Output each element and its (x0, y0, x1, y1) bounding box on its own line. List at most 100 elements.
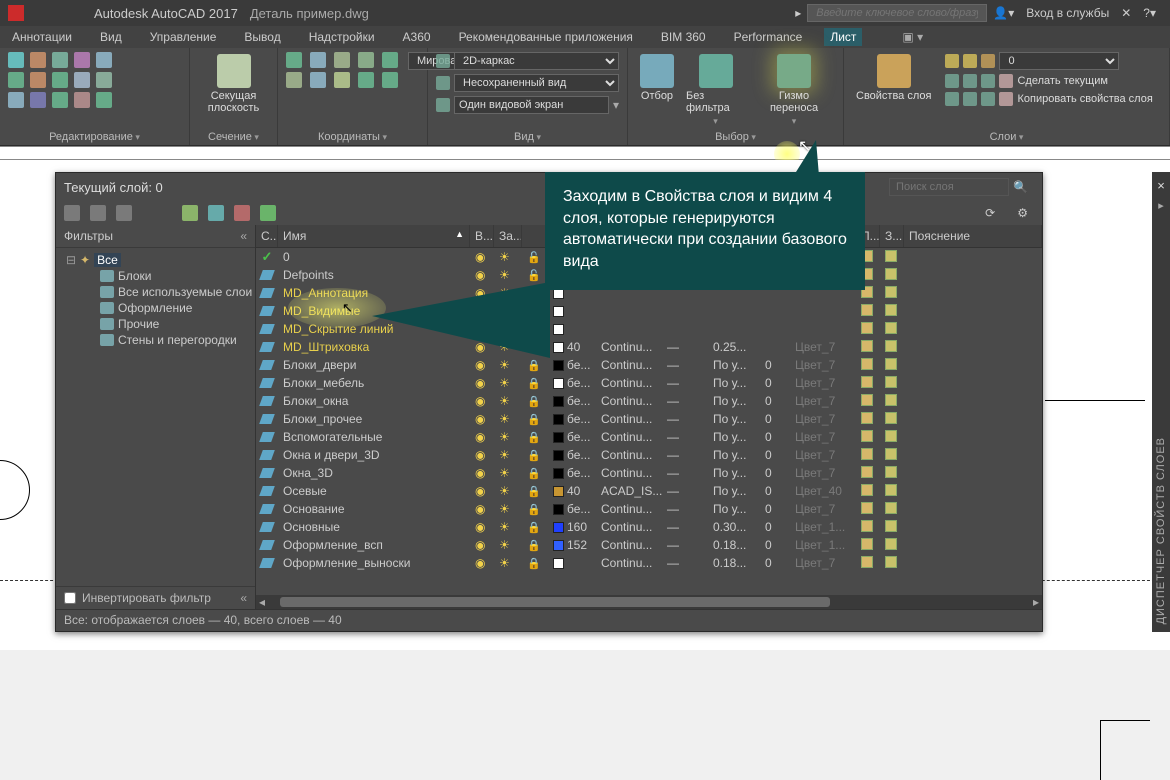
sun-icon[interactable]: ☀ (499, 430, 510, 444)
visual-style-combo[interactable]: 2D-каркас (454, 52, 619, 70)
lock-icon[interactable]: 🔒 (527, 414, 541, 426)
sun-icon[interactable]: ☀ (499, 250, 510, 264)
layer-name[interactable]: Оформление_выноски (278, 556, 470, 570)
filter-item[interactable]: Все используемые слои (118, 285, 252, 299)
layer-lineweight[interactable]: — (662, 340, 708, 354)
layer-tval[interactable]: 0 (760, 520, 790, 534)
bulb-icon[interactable]: ◉ (475, 358, 485, 372)
lock-icon[interactable]: 🔒 (527, 540, 541, 552)
tab-performance[interactable]: Performance (728, 28, 809, 46)
bulb-icon[interactable]: ◉ (475, 538, 485, 552)
bulb-icon[interactable]: ◉ (475, 466, 485, 480)
layer-name[interactable]: Блоки_двери (278, 358, 470, 372)
layer-linetype[interactable]: Continu... (596, 466, 662, 480)
layer-name[interactable]: 0 (278, 250, 470, 264)
layer-tval[interactable]: 0 (760, 538, 790, 552)
edit-icon[interactable] (52, 92, 68, 108)
layer-tval[interactable]: 0 (760, 502, 790, 516)
edit-icon[interactable] (74, 92, 90, 108)
plot-icon[interactable] (861, 430, 873, 442)
filter-item[interactable]: Стены и перегородки (118, 333, 237, 347)
bulb-icon[interactable]: ◉ (475, 502, 485, 516)
newvp-icon[interactable] (885, 304, 897, 316)
horizontal-scrollbar[interactable]: ◂▸ (256, 595, 1042, 609)
invert-filter-checkbox[interactable] (64, 592, 76, 604)
plot-icon[interactable] (861, 484, 873, 496)
bulb-icon[interactable]: ◉ (475, 520, 485, 534)
edit-icon[interactable] (8, 72, 24, 88)
panel-caption-edit[interactable]: Редактирование (8, 129, 181, 143)
layer-plotstyle[interactable]: Цвет_7 (790, 394, 856, 408)
col-freeze[interactable]: За... (494, 225, 522, 247)
layer-lineweight[interactable]: — (662, 520, 708, 534)
layer-name[interactable]: Defpoints (278, 268, 470, 282)
saved-view-combo[interactable]: Несохраненный вид (454, 74, 619, 92)
tab-annotations[interactable]: Аннотации (6, 28, 78, 46)
lock-icon[interactable]: 🔒 (527, 468, 541, 480)
edit-icon[interactable] (8, 92, 24, 108)
plot-icon[interactable] (861, 502, 873, 514)
layer-color[interactable]: бе... (548, 412, 596, 426)
layer-tool-icon[interactable] (945, 92, 959, 106)
edit-icon[interactable] (74, 72, 90, 88)
plot-icon[interactable] (861, 394, 873, 406)
layer-tval[interactable]: 0 (760, 412, 790, 426)
lock-icon[interactable]: 🔒 (527, 486, 541, 498)
layer-trans[interactable]: 0.18... (708, 556, 760, 570)
bulb-icon[interactable]: ◉ (475, 448, 485, 462)
layer-trans[interactable]: По у... (708, 358, 760, 372)
layer-lineweight[interactable]: — (662, 430, 708, 444)
collapse-filters-icon[interactable]: « (240, 229, 247, 243)
plot-icon[interactable] (861, 304, 873, 316)
layer-color[interactable]: 40 (548, 340, 596, 354)
layer-name[interactable]: Блоки_мебель (278, 376, 470, 390)
close-icon[interactable]: × (1157, 178, 1165, 193)
layer-lineweight[interactable]: — (662, 448, 708, 462)
layer-tval[interactable]: 0 (760, 376, 790, 390)
lock-icon[interactable]: 🔒 (527, 558, 541, 570)
lock-icon[interactable] (981, 54, 995, 68)
layer-plotstyle[interactable]: Цвет_7 (790, 358, 856, 372)
lock-icon[interactable]: 🔒 (527, 504, 541, 516)
layer-row[interactable]: Блоки_двери◉☀🔒бе...Continu...—По у...0Цв… (256, 356, 1042, 374)
edit-icon[interactable] (52, 72, 68, 88)
tab-view[interactable]: Вид (94, 28, 128, 46)
layer-plotstyle[interactable]: Цвет_7 (790, 466, 856, 480)
layer-color[interactable] (548, 556, 596, 570)
sun-icon[interactable]: ☀ (499, 376, 510, 390)
layer-plotstyle[interactable]: Цвет_7 (790, 448, 856, 462)
plot-icon[interactable] (861, 556, 873, 568)
layer-trans[interactable]: По у... (708, 448, 760, 462)
pin-icon[interactable]: ▸ (1158, 199, 1164, 212)
ucs-icon[interactable] (334, 52, 350, 68)
layer-name[interactable]: Окна и двери_3D (278, 448, 470, 462)
tab-manage[interactable]: Управление (144, 28, 223, 46)
layer-lineweight[interactable]: — (662, 376, 708, 390)
layer-plotstyle[interactable]: Цвет_7 (790, 340, 856, 354)
sun-icon[interactable]: ☀ (499, 538, 510, 552)
ucs-icon[interactable] (358, 52, 374, 68)
bulb-icon[interactable]: ◉ (475, 556, 485, 570)
search-icon[interactable]: 🔍 (1013, 180, 1028, 194)
layer-row[interactable]: Окна и двери_3D◉☀🔒бе...Continu...—По у..… (256, 446, 1042, 464)
layer-name[interactable]: Блоки_окна (278, 394, 470, 408)
plot-icon[interactable] (861, 322, 873, 334)
settings-gear-icon[interactable]: ⚙ (1017, 206, 1028, 220)
help-icon[interactable]: ?▾ (1143, 6, 1156, 20)
layer-color[interactable]: бе... (548, 376, 596, 390)
layer-row[interactable]: Основные◉☀🔒160Continu...—0.30...0Цвет_1.… (256, 518, 1042, 536)
tab-addins[interactable]: Надстройки (303, 28, 381, 46)
layer-color[interactable]: 160 (548, 520, 596, 534)
edit-icon[interactable] (96, 92, 112, 108)
edit-icon[interactable] (96, 52, 112, 68)
tab-overflow[interactable]: ▣ ▾ (896, 28, 929, 46)
exchange-icon[interactable]: ✕ (1121, 6, 1131, 20)
bulb-icon[interactable]: ◉ (475, 376, 485, 390)
newvp-icon[interactable] (885, 250, 897, 262)
newvp-icon[interactable] (885, 322, 897, 334)
newvp-icon[interactable] (885, 268, 897, 280)
sun-icon[interactable]: ☀ (499, 448, 510, 462)
layer-linetype[interactable]: Continu... (596, 520, 662, 534)
ucs-icon[interactable] (310, 52, 326, 68)
layer-row[interactable]: Основание◉☀🔒бе...Continu...—По у...0Цвет… (256, 500, 1042, 518)
